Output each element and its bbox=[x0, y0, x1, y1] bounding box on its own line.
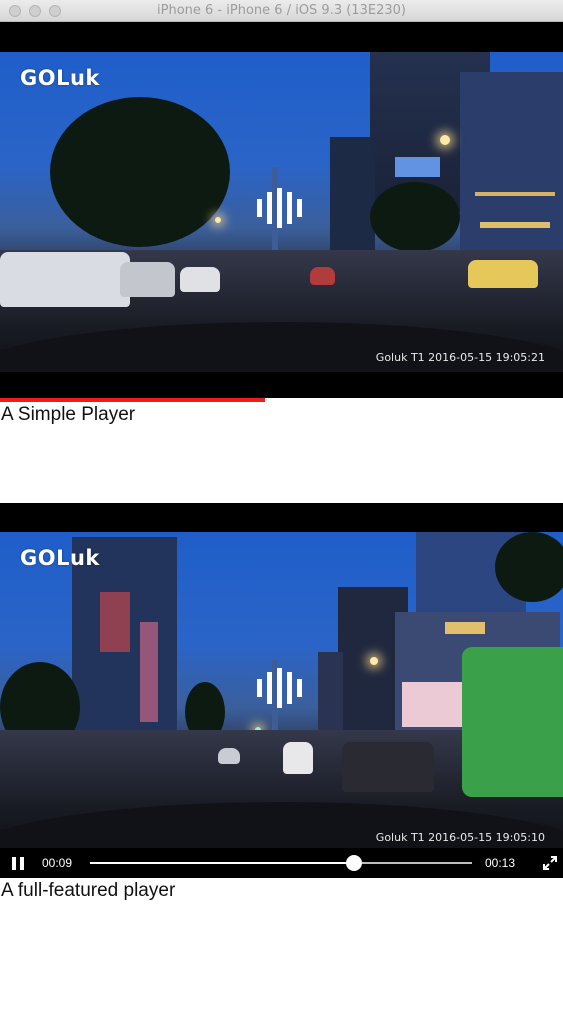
simple-video-player[interactable]: GOLuk Goluk T1 2016-05-15 19:05:21 bbox=[0, 22, 563, 398]
player-controls: 00:09 00:13 bbox=[0, 848, 563, 878]
window-title: iPhone 6 - iPhone 6 / iOS 9.3 (13E230) bbox=[157, 3, 406, 18]
simple-player-caption: A Simple Player bbox=[1, 404, 136, 425]
audio-wave-icon bbox=[257, 668, 305, 708]
seek-slider[interactable] bbox=[90, 855, 472, 871]
fullscreen-icon[interactable] bbox=[543, 856, 557, 870]
pause-icon[interactable] bbox=[12, 857, 24, 870]
video-timestamp: Goluk T1 2016-05-15 19:05:21 bbox=[375, 351, 545, 364]
video-timestamp: Goluk T1 2016-05-15 19:05:10 bbox=[375, 831, 545, 844]
audio-wave-icon bbox=[257, 188, 305, 228]
brand-logo: GOLuk bbox=[20, 66, 100, 90]
seek-slider-fill bbox=[90, 862, 354, 864]
full-player-caption: A full-featured player bbox=[1, 880, 176, 901]
duration-time: 00:13 bbox=[485, 856, 516, 870]
brand-logo: GOLuk bbox=[20, 546, 100, 570]
video-frame: GOLuk Goluk T1 2016-05-15 19:05:21 bbox=[0, 52, 563, 372]
window-titlebar: iPhone 6 - iPhone 6 / iOS 9.3 (13E230) bbox=[0, 0, 563, 22]
full-video-player[interactable]: GOLuk Goluk T1 2016-05-15 19:05:10 bbox=[0, 503, 563, 878]
seek-slider-thumb[interactable] bbox=[345, 855, 362, 871]
current-time: 00:09 bbox=[42, 856, 73, 870]
simple-progress-bar[interactable] bbox=[0, 398, 265, 402]
video-frame: GOLuk Goluk T1 2016-05-15 19:05:10 bbox=[0, 532, 563, 852]
